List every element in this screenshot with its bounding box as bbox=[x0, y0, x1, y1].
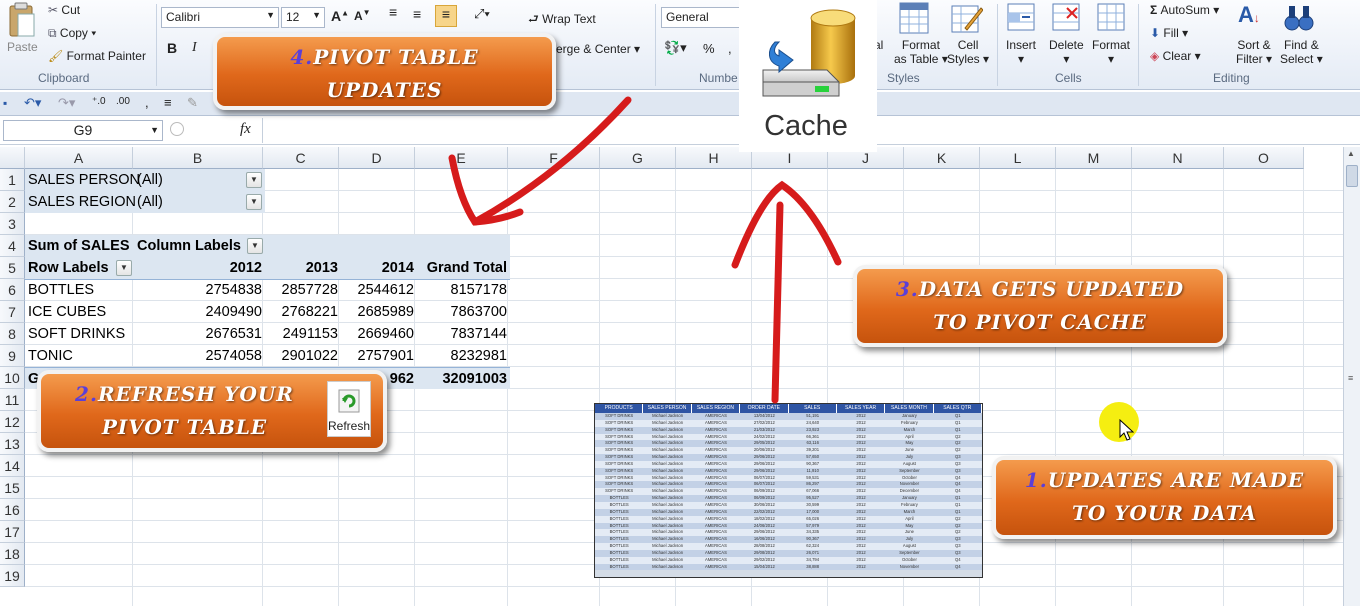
refresh-label: Refresh bbox=[328, 419, 371, 433]
callout-number: 1. bbox=[1024, 468, 1048, 492]
callout-number: 4. bbox=[290, 45, 314, 69]
callout-text: to your data bbox=[1071, 501, 1258, 525]
callout-text: updates bbox=[326, 78, 443, 102]
arrow-head bbox=[731, 180, 842, 269]
callout-text: Updates are made bbox=[1047, 468, 1305, 492]
arrow-to-pivot bbox=[471, 96, 632, 226]
callout-number: 2. bbox=[75, 382, 98, 406]
refresh-button[interactable]: Refresh bbox=[327, 381, 371, 437]
callout-text: Pivot table bbox=[313, 45, 479, 69]
refresh-icon bbox=[338, 389, 360, 413]
callout-text: to pivot cache bbox=[933, 310, 1147, 334]
arrow-to-cache bbox=[771, 201, 784, 404]
callout-step-1: 1.Updates are made to your data bbox=[992, 456, 1337, 539]
callout-step-3: 3.Data gets updated to pivot cache bbox=[853, 265, 1227, 347]
callout-text: Refresh your bbox=[97, 382, 294, 406]
callout-number: 3. bbox=[895, 277, 919, 301]
callout-text: pivot table bbox=[101, 415, 268, 439]
mouse-pointer-icon bbox=[1119, 419, 1135, 441]
callout-text: Data gets updated bbox=[918, 277, 1185, 301]
callout-step-4: 4.Pivot table updates bbox=[213, 33, 556, 110]
